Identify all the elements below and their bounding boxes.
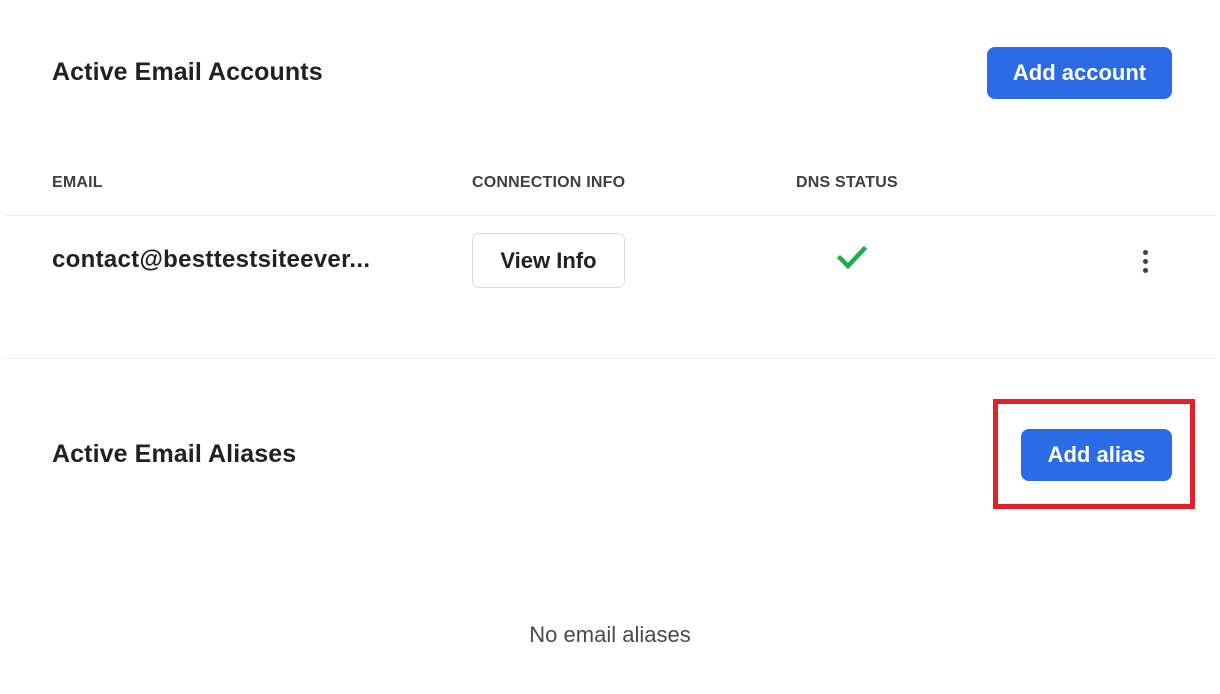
more-vertical-icon[interactable] [1132,244,1158,278]
kebab-dot [1142,258,1148,264]
accounts-section-title: Active Email Accounts [52,58,323,86]
section-divider [4,358,1216,359]
table-header-divider [4,215,1216,216]
view-info-button[interactable]: View Info [472,233,625,288]
column-header-connection-info: CONNECTION INFO [472,174,626,191]
aliases-section-title: Active Email Aliases [52,440,297,468]
kebab-dot [1142,267,1148,273]
account-email: contact@besttestsiteever... [52,246,371,273]
email-settings-page: Active Email Accounts Add account EMAIL … [0,0,1220,694]
checkmark-icon [836,245,868,270]
column-header-email: EMAIL [52,174,103,191]
highlight-box [993,399,1195,509]
add-account-button[interactable]: Add account [987,47,1172,99]
kebab-dot [1142,249,1148,255]
empty-aliases-message: No email aliases [529,622,691,647]
column-header-dns-status: DNS STATUS [796,174,898,191]
